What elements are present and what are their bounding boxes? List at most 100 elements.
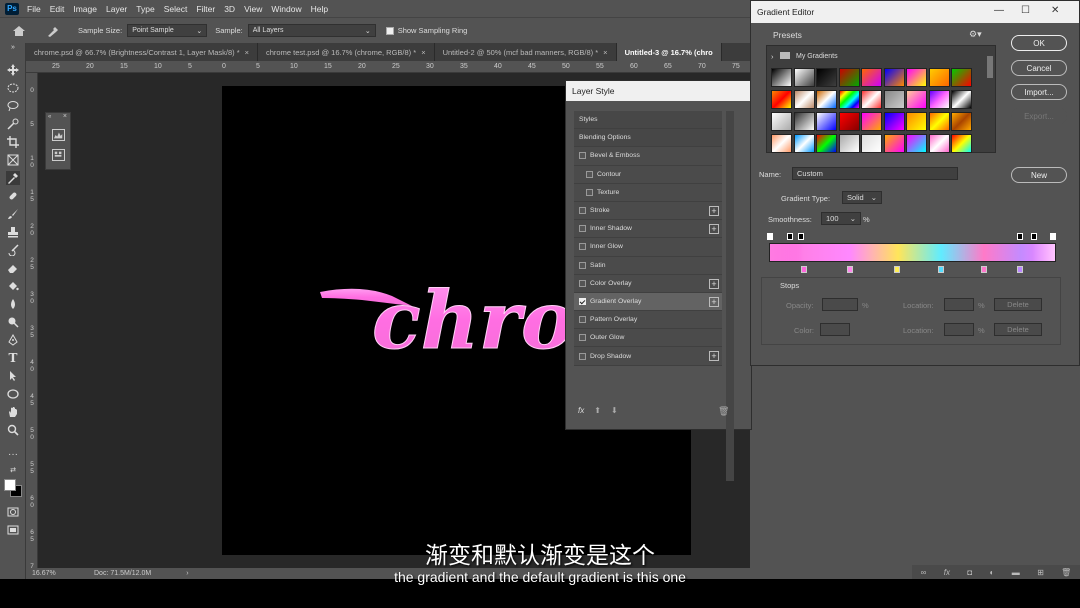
layer-style-scrollbar[interactable] [726, 111, 734, 481]
sampling-ring-checkbox[interactable] [385, 26, 394, 35]
foreground-color-swatch[interactable] [4, 479, 16, 491]
menu-3d[interactable]: 3D [224, 4, 235, 14]
gradient-preset-swatch[interactable] [793, 112, 815, 131]
style-checkbox[interactable] [579, 334, 586, 342]
maximize-icon[interactable]: ☐ [1021, 5, 1030, 16]
gradient-preset-swatch[interactable] [861, 68, 882, 87]
gradient-preview-bar[interactable] [769, 243, 1056, 262]
menu-image[interactable]: Image [73, 4, 97, 14]
screen-mode-icon[interactable] [6, 523, 20, 537]
fx-menu-icon[interactable]: fx [578, 406, 584, 415]
style-row-outer-glow[interactable]: Outer Glow [574, 329, 722, 348]
collapse-icon[interactable]: » [6, 43, 20, 51]
opacity-stop[interactable] [798, 233, 804, 240]
menu-file[interactable]: File [27, 4, 41, 14]
gradient-preset-swatch[interactable] [928, 112, 950, 131]
gradient-preset-swatch[interactable] [816, 134, 837, 153]
minimize-icon[interactable]: — [994, 5, 1004, 16]
name-input[interactable]: Custom [792, 167, 958, 180]
new-button[interactable]: New [1011, 167, 1067, 183]
path-select-tool-icon[interactable] [6, 369, 20, 383]
style-row-styles[interactable]: Styles [574, 111, 722, 130]
eraser-tool-icon[interactable] [6, 261, 20, 275]
color-stop[interactable] [894, 266, 900, 273]
paint-bucket-tool-icon[interactable] [6, 279, 20, 293]
style-row-inner-shadow[interactable]: Inner Shadow + [574, 220, 722, 239]
color-stop[interactable] [981, 266, 987, 273]
opacity-stop[interactable] [767, 233, 773, 240]
crop-tool-icon[interactable] [6, 135, 20, 149]
gradient-preset-swatch[interactable] [906, 68, 927, 87]
move-up-icon[interactable]: ⬆ [594, 406, 601, 415]
add-style-icon[interactable]: + [709, 296, 719, 307]
clone-stamp-tool-icon[interactable] [6, 225, 20, 239]
frame-tool-icon[interactable] [6, 153, 20, 167]
gradient-preset-swatch[interactable] [816, 90, 837, 109]
swap-colors-icon[interactable]: ⇄ [6, 463, 20, 477]
gradient-preset-swatch[interactable] [928, 68, 950, 87]
color-stop[interactable] [1017, 266, 1023, 273]
gradient-preset-swatch[interactable] [883, 90, 905, 109]
style-row-bevel-emboss[interactable]: Bevel & Emboss [574, 147, 722, 166]
style-row-gradient-overlay[interactable]: Gradient Overlay + [574, 292, 722, 312]
style-checkbox[interactable] [579, 279, 586, 287]
gradient-preset-swatch[interactable] [883, 68, 905, 87]
close-tab-icon[interactable]: × [603, 48, 607, 57]
gradient-preset-swatch[interactable] [928, 134, 950, 153]
gradient-preset-swatch[interactable] [883, 112, 905, 131]
menu-select[interactable]: Select [164, 4, 188, 14]
document-tab[interactable]: Untitled-2 @ 50% (mcf bad manners, RGB/8… [435, 43, 617, 61]
style-checkbox[interactable] [579, 207, 586, 215]
smoothness-input[interactable]: 100 ⌄ [821, 212, 861, 225]
gradient-preset-swatch[interactable] [861, 134, 882, 153]
add-style-icon[interactable]: + [709, 205, 719, 216]
opacity-stop[interactable] [1017, 233, 1023, 240]
document-tab[interactable]: chrome.psd @ 66.7% (Brightness/Contrast … [26, 43, 259, 61]
marquee-tool-icon[interactable] [6, 81, 20, 95]
home-icon[interactable] [12, 25, 26, 37]
gradient-preset-swatch[interactable] [906, 112, 927, 131]
style-row-blending-options[interactable]: Blending Options [574, 129, 722, 148]
gradient-preset-swatch[interactable] [883, 134, 905, 153]
lasso-tool-icon[interactable] [6, 99, 20, 113]
gradient-preset-swatch[interactable] [906, 90, 927, 109]
gradient-preset-swatch[interactable] [951, 134, 972, 153]
gradient-type-select[interactable]: Solid ⌄ [842, 191, 882, 204]
more-tools-icon[interactable]: ··· [6, 447, 20, 461]
gradient-preset-swatch[interactable] [771, 134, 792, 153]
opacity-stop[interactable] [1050, 233, 1056, 240]
gradient-preset-swatch[interactable] [816, 68, 837, 87]
quick-select-tool-icon[interactable] [6, 117, 20, 131]
close-tab-icon[interactable]: × [245, 48, 249, 57]
menu-help[interactable]: Help [311, 4, 328, 14]
gradient-preset-swatch[interactable] [951, 90, 972, 109]
sample-size-select[interactable]: Point Sample ⌄ [127, 24, 208, 37]
style-row-satin[interactable]: Satin [574, 256, 722, 275]
style-checkbox[interactable] [579, 316, 586, 324]
menu-edit[interactable]: Edit [50, 4, 65, 14]
info-panel-icon[interactable] [52, 149, 65, 161]
hand-tool-icon[interactable] [6, 405, 20, 419]
eyedropper-tool-icon[interactable] [6, 171, 20, 185]
import-button[interactable]: Import... [1011, 84, 1067, 100]
style-row-color-overlay[interactable]: Color Overlay + [574, 274, 722, 293]
color-stop[interactable] [847, 266, 853, 273]
menu-view[interactable]: View [244, 4, 262, 14]
style-checkbox[interactable] [579, 152, 586, 160]
pen-tool-icon[interactable] [6, 333, 20, 347]
blur-tool-icon[interactable] [6, 297, 20, 311]
healing-brush-tool-icon[interactable] [6, 189, 20, 203]
gradient-preset-swatch[interactable] [861, 112, 882, 131]
document-tab[interactable]: Untitled-3 @ 16.7% (chro [616, 43, 722, 61]
brush-tool-icon[interactable] [6, 207, 20, 221]
gradient-preset-swatch[interactable] [951, 112, 972, 131]
eyedropper-preset-icon[interactable] [46, 25, 60, 37]
my-gradients-folder[interactable]: My Gradients [796, 53, 838, 60]
style-checkbox[interactable] [579, 352, 586, 360]
gradient-preset-swatch[interactable] [838, 112, 860, 131]
opacity-stop[interactable] [1031, 233, 1037, 240]
document-tab[interactable]: chrome test.psd @ 16.7% (chrome, RGB/8) … [258, 43, 435, 61]
type-tool-icon[interactable]: T [6, 351, 20, 365]
style-row-pattern-overlay[interactable]: Pattern Overlay [574, 311, 722, 330]
gradient-preset-swatch[interactable] [838, 134, 860, 153]
